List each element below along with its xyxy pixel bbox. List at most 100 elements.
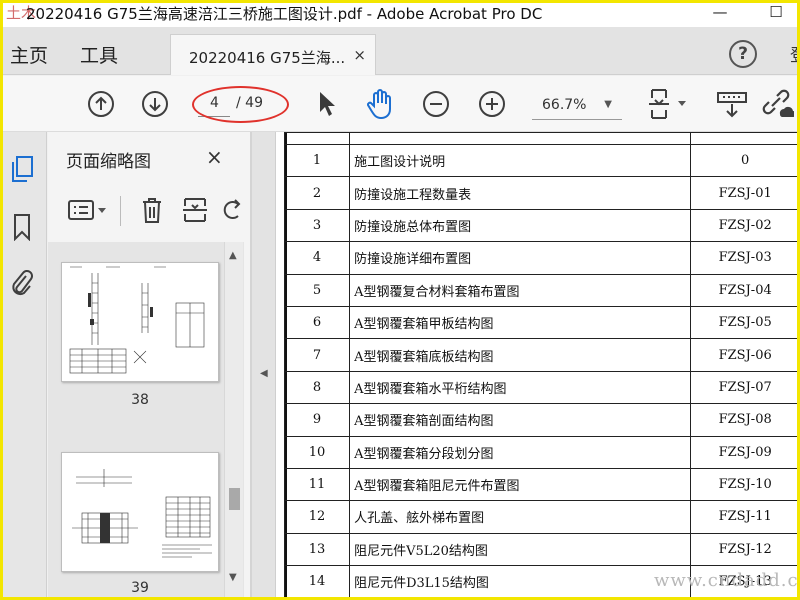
share-link-icon[interactable] bbox=[760, 88, 794, 120]
drawing-name: A型钢覆套箱水平桁结构图 bbox=[349, 370, 692, 405]
row-number: 3 bbox=[283, 208, 351, 243]
page-thumbnails-icon[interactable] bbox=[8, 154, 36, 184]
thumbnail-page-number: 38 bbox=[131, 392, 149, 408]
drawing-name: 阻尼元件V5L20结构图 bbox=[349, 532, 692, 567]
scroll-mode-icon[interactable] bbox=[716, 90, 748, 120]
home-tab[interactable]: 主页 bbox=[10, 41, 48, 68]
bookmark-icon[interactable] bbox=[8, 212, 36, 242]
thumbnail-options-icon[interactable] bbox=[68, 196, 108, 224]
minimize-button[interactable]: — bbox=[700, 0, 740, 26]
panel-title: 页面缩略图 bbox=[66, 152, 151, 172]
thumbnail-page-39[interactable] bbox=[61, 452, 219, 572]
next-page-icon[interactable] bbox=[141, 90, 169, 118]
drawing-name: A型钢覆套箱剖面结构图 bbox=[349, 403, 692, 437]
thumbnail-page-number: 39 bbox=[131, 580, 149, 596]
drawing-name: A型钢覆套箱甲板结构图 bbox=[349, 305, 692, 340]
select-cursor-icon[interactable] bbox=[316, 90, 338, 118]
page-fit-icon[interactable] bbox=[646, 88, 690, 120]
drawing-code: FZSJ-04 bbox=[690, 273, 800, 307]
table-row: 6 A型钢覆套箱甲板结构图 FZSJ-05 bbox=[283, 305, 800, 340]
drawing-code: FZSJ-12 bbox=[690, 532, 800, 567]
row-number: 13 bbox=[283, 532, 351, 567]
drawing-name: 施工图设计说明 bbox=[349, 143, 692, 178]
site-watermark: www.cndadd.com bbox=[654, 570, 800, 591]
drawing-name: 防撞设施工程数量表 bbox=[349, 176, 692, 210]
row-number: 12 bbox=[283, 500, 351, 534]
row-number: 5 bbox=[283, 273, 351, 307]
toolbar: 4 / 49 66.7% ▼ bbox=[0, 76, 800, 132]
scrollbar-thumb[interactable] bbox=[229, 488, 240, 510]
row-number: 9 bbox=[283, 403, 351, 437]
row-number: 8 bbox=[283, 370, 351, 405]
signin-button[interactable]: 登 bbox=[790, 41, 800, 66]
table-row: 8 A型钢覆套箱水平桁结构图 FZSJ-07 bbox=[283, 370, 800, 405]
drawing-name: A型钢覆复合材料套箱布置图 bbox=[349, 273, 692, 307]
table-row: 5 A型钢覆复合材料套箱布置图 FZSJ-04 bbox=[283, 273, 800, 307]
document-tab-label: 20220416 G75兰海... bbox=[189, 49, 346, 67]
drawing-name: A型钢覆套箱阻尼元件布置图 bbox=[349, 467, 692, 502]
thumbnail-panel: 页面缩略图 × 38 39 ▲ ▼ bbox=[48, 132, 251, 600]
table-row: 12 人孔盖、舷外梯布置图 FZSJ-11 bbox=[283, 500, 800, 534]
table-row: 7 A型钢覆套箱底板结构图 FZSJ-06 bbox=[283, 338, 800, 372]
drawing-name: A型钢覆套箱底板结构图 bbox=[349, 338, 692, 372]
drawing-code: FZSJ-08 bbox=[690, 403, 800, 437]
left-rail bbox=[0, 132, 47, 600]
thumbnail-page-38[interactable] bbox=[61, 262, 219, 382]
table-row: 4 防撞设施详细布置图 FZSJ-03 bbox=[283, 241, 800, 275]
zoom-value: 66.7% bbox=[542, 97, 587, 113]
panel-close-button[interactable]: × bbox=[206, 145, 223, 169]
drawing-index-table: 1 施工图设计说明 0 2 防撞设施工程数量表 FZSJ-01 3 防撞设施总体布置图 FZSJ… bbox=[283, 132, 800, 599]
drawing-name: A型钢覆套箱分段划分图 bbox=[349, 435, 692, 469]
help-icon[interactable]: ? bbox=[729, 40, 757, 68]
window-title: 20220416 G75兰海高速涪江三桥施工图设计.pdf - Adobe Ac… bbox=[26, 5, 543, 23]
drawing-code: FZSJ-11 bbox=[690, 500, 800, 534]
row-number: 6 bbox=[283, 305, 351, 340]
drawing-code: FZSJ-01 bbox=[690, 176, 800, 210]
annotation-ellipse bbox=[192, 86, 289, 123]
row-number: 7 bbox=[283, 338, 351, 372]
document-tab[interactable]: 20220416 G75兰海... × bbox=[170, 34, 376, 75]
extract-page-icon[interactable] bbox=[182, 196, 208, 224]
row-number: 10 bbox=[283, 435, 351, 469]
row-number: 11 bbox=[283, 467, 351, 502]
zoom-out-icon[interactable] bbox=[422, 90, 450, 118]
delete-page-icon[interactable] bbox=[140, 196, 164, 224]
row-number: 14 bbox=[283, 565, 351, 599]
scroll-up-icon[interactable]: ▲ bbox=[229, 250, 237, 261]
rotate-icon[interactable] bbox=[222, 196, 242, 224]
collapse-panel-icon[interactable]: ◀ bbox=[260, 368, 268, 379]
drawing-code: FZSJ-07 bbox=[690, 370, 800, 405]
zoom-select[interactable]: 66.7% ▼ bbox=[532, 90, 622, 120]
table-row: 2 防撞设施工程数量表 FZSJ-01 bbox=[283, 176, 800, 210]
thumbnail-list: 38 39 bbox=[48, 242, 244, 600]
table-row: 9 A型钢覆套箱剖面结构图 FZSJ-08 bbox=[283, 403, 800, 437]
row-number: 1 bbox=[283, 143, 351, 178]
hand-icon[interactable] bbox=[366, 88, 396, 120]
tab-close-button[interactable]: × bbox=[353, 46, 366, 64]
row-number: 4 bbox=[283, 241, 351, 275]
row-number: 2 bbox=[283, 176, 351, 210]
drawing-code: FZSJ-02 bbox=[690, 208, 800, 243]
zoom-in-icon[interactable] bbox=[478, 90, 506, 118]
document-view[interactable]: 1 施工图设计说明 0 2 防撞设施工程数量表 FZSJ-01 3 防撞设施总体布置图 FZSJ… bbox=[276, 132, 800, 600]
drawing-code: FZSJ-09 bbox=[690, 435, 800, 469]
drawing-name: 人孔盖、舷外梯布置图 bbox=[349, 500, 692, 534]
pdf-page: 1 施工图设计说明 0 2 防撞设施工程数量表 FZSJ-01 3 防撞设施总体布置图 FZSJ… bbox=[276, 132, 800, 600]
table-row: 1 施工图设计说明 0 bbox=[283, 143, 800, 178]
maximize-button[interactable]: ☐ bbox=[756, 0, 796, 26]
prev-page-icon[interactable] bbox=[87, 90, 115, 118]
panel-splitter[interactable]: ◀ bbox=[251, 132, 276, 600]
drawing-code: FZSJ-06 bbox=[690, 338, 800, 372]
attachment-icon[interactable] bbox=[8, 268, 36, 298]
drawing-code: 0 bbox=[690, 143, 800, 178]
tools-tab[interactable]: 工具 bbox=[80, 41, 118, 68]
thumbnail-scrollbar[interactable]: ▲ ▼ bbox=[224, 242, 243, 600]
drawing-name: 防撞设施详细布置图 bbox=[349, 241, 692, 275]
scroll-down-icon[interactable]: ▼ bbox=[229, 572, 237, 583]
table-row: 10 A型钢覆套箱分段划分图 FZSJ-09 bbox=[283, 435, 800, 469]
drawing-name: 阻尼元件D3L15结构图 bbox=[349, 565, 692, 599]
table-row: 11 A型钢覆套箱阻尼元件布置图 FZSJ-10 bbox=[283, 467, 800, 502]
table-row: 3 防撞设施总体布置图 FZSJ-02 bbox=[283, 208, 800, 243]
drawing-code: FZSJ-05 bbox=[690, 305, 800, 340]
chevron-down-icon: ▼ bbox=[604, 99, 612, 110]
